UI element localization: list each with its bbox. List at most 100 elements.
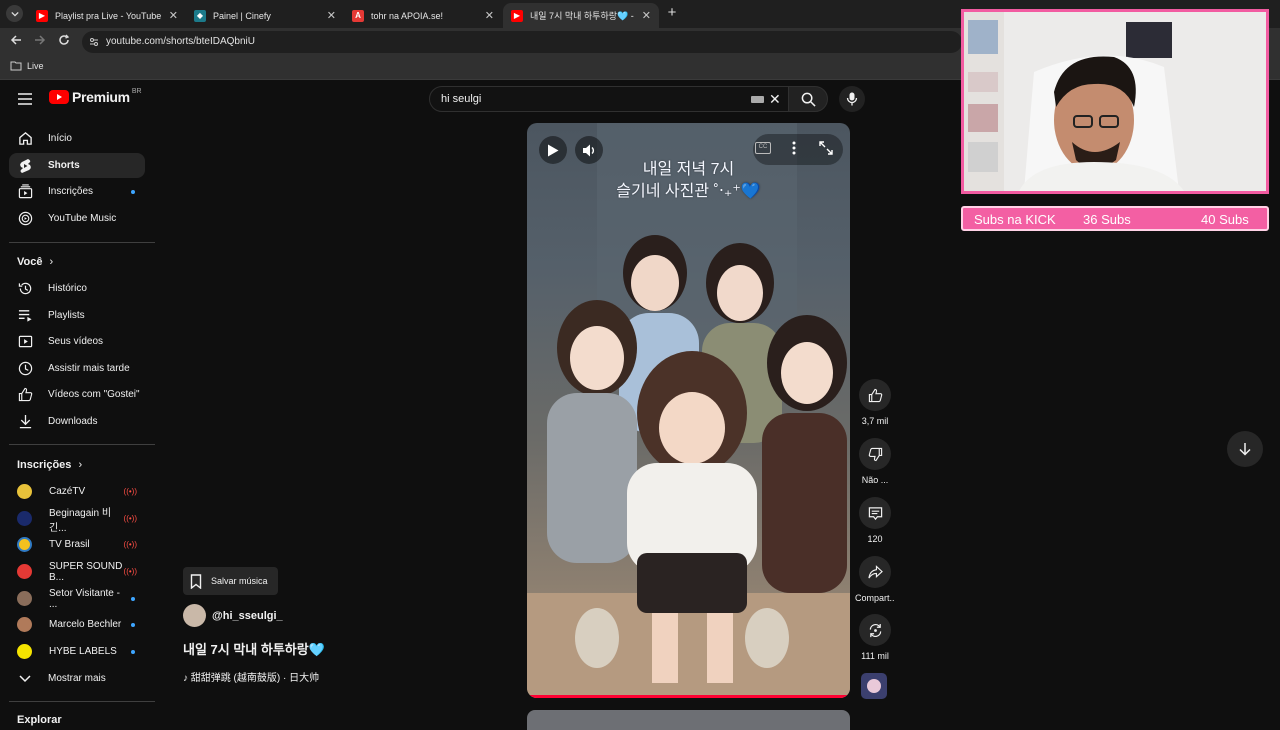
- webcam-feed-image: [964, 12, 1266, 191]
- channel-avatar: [17, 537, 32, 552]
- subscription-channel[interactable]: TV Brasil ((•)): [9, 532, 145, 557]
- play-button[interactable]: [539, 136, 567, 164]
- fullscreen-button[interactable]: [819, 141, 833, 155]
- subscription-channel[interactable]: Marcelo Bechler: [9, 612, 145, 637]
- volume-button[interactable]: [575, 136, 603, 164]
- back-arrow-icon: [10, 35, 21, 45]
- live-icon: ((•)): [123, 567, 137, 576]
- webcam-overlay: [961, 9, 1269, 194]
- chevron-right-icon: ›: [49, 256, 54, 268]
- sidebar-item-watch-later[interactable]: Assistir mais tarde: [9, 356, 145, 381]
- arrow-down-icon: [1239, 443, 1251, 456]
- next-short-preview[interactable]: [527, 710, 850, 730]
- address-bar[interactable]: youtube.com/shorts/bteIDAQbniU: [82, 31, 962, 53]
- site-info-icon[interactable]: [89, 37, 99, 47]
- captions-button[interactable]: CC: [755, 142, 771, 154]
- voice-search-button[interactable]: [839, 86, 865, 112]
- channel-info[interactable]: @hi_sseulgi_: [183, 604, 283, 627]
- like-button[interactable]: 3,7 mil: [855, 379, 895, 426]
- subs-goal-label: Subs na KICK: [974, 212, 1056, 227]
- share-icon: [859, 556, 891, 588]
- back-button[interactable]: [8, 34, 24, 50]
- sidebar-item-home[interactable]: Início: [9, 126, 145, 151]
- next-video-button[interactable]: [1227, 431, 1263, 467]
- new-content-dot: [131, 596, 135, 601]
- live-icon: ((•)): [123, 540, 137, 549]
- section-title: Inscrições: [17, 459, 72, 471]
- like-icon: [859, 379, 891, 411]
- channel-handle: @hi_sseulgi_: [212, 609, 283, 622]
- clear-search-icon[interactable]: ✕: [769, 87, 781, 111]
- forward-arrow-icon: [35, 35, 46, 45]
- reload-button[interactable]: [56, 34, 72, 50]
- close-tab-icon[interactable]: ✕: [321, 9, 336, 22]
- comments-button[interactable]: 120: [855, 497, 895, 544]
- new-tab-button[interactable]: +: [664, 5, 680, 21]
- section-explore: Explorar: [17, 714, 62, 726]
- sidebar: Início Shorts Inscrições YouTube Music V…: [0, 81, 156, 726]
- remix-icon: [859, 614, 891, 646]
- close-tab-icon[interactable]: ✕: [479, 9, 494, 22]
- sidebar-item-shorts[interactable]: Shorts: [9, 153, 145, 178]
- home-icon: [17, 131, 33, 147]
- subscription-channel[interactable]: Beginagain 비긴... ((•)): [9, 506, 145, 534]
- apoia-icon: A: [352, 9, 364, 22]
- youtube-icon: ▶: [36, 9, 48, 22]
- browser-tab[interactable]: ◆ Painel | Cinefy ✕: [186, 3, 344, 28]
- dislike-button[interactable]: Não ...: [855, 438, 895, 485]
- close-tab-icon[interactable]: ✕: [636, 9, 651, 22]
- share-button[interactable]: Compart...: [855, 556, 895, 603]
- channel-avatar: [183, 604, 206, 627]
- expand-icon: [819, 141, 833, 155]
- section-subscriptions[interactable]: Inscrições ›: [17, 459, 82, 471]
- search-value: hi seulgi: [441, 93, 482, 105]
- search-input[interactable]: hi seulgi ✕: [429, 86, 789, 112]
- browser-tab[interactable]: ▶ Playlist pra Live - YouTube ✕: [28, 3, 186, 28]
- search-button[interactable]: [788, 86, 828, 112]
- channel-name: HYBE LABELS: [49, 646, 117, 657]
- remix-button[interactable]: 111 mil: [855, 614, 895, 661]
- close-tab-icon[interactable]: ✕: [163, 9, 178, 22]
- new-content-dot: [131, 189, 135, 194]
- music-credit[interactable]: ♪ 甜甜弹跳 (越南鼓版) · 日大帅: [183, 669, 319, 684]
- browser-tab-active[interactable]: ▶ 내일 7시 막내 하투하랑🩵 - You ✕: [503, 3, 659, 28]
- bookmark-folder[interactable]: Live: [10, 61, 44, 71]
- browser-tab[interactable]: A tohr na APOIA.se! ✕: [344, 3, 502, 28]
- sidebar-item-liked-videos[interactable]: Vídeos com "Gostei": [9, 382, 145, 407]
- sidebar-divider: [9, 444, 155, 445]
- progress-bar[interactable]: [527, 695, 850, 698]
- dislike-label: Não ...: [861, 475, 889, 485]
- shorts-icon: [17, 158, 33, 174]
- tab-title: tohr na APOIA.se!: [371, 10, 444, 21]
- section-you[interactable]: Você ›: [17, 256, 53, 268]
- sidebar-item-youtube-music[interactable]: YouTube Music: [9, 206, 145, 231]
- sidebar-item-downloads[interactable]: Downloads: [9, 409, 145, 434]
- subscription-channel[interactable]: Setor Visitante - ...: [9, 586, 145, 611]
- sidebar-item-history[interactable]: Histórico: [9, 276, 145, 301]
- sidebar-item-subscriptions[interactable]: Inscrições: [9, 179, 145, 204]
- subscription-channel[interactable]: SUPER SOUND B... ((•)): [9, 559, 145, 584]
- show-more-button[interactable]: Mostrar mais: [9, 666, 145, 691]
- save-music-button[interactable]: Salvar música: [183, 567, 278, 595]
- subscription-channel[interactable]: HYBE LABELS: [9, 639, 145, 664]
- sidebar-item-playlists[interactable]: Playlists: [9, 303, 145, 328]
- youtube-icon: ▶: [511, 9, 523, 22]
- video-frame-image: [527, 123, 850, 698]
- sound-thumbnail[interactable]: [861, 673, 887, 699]
- subs-goal-bar: Subs na KICK 36 Subs 40 Subs: [961, 206, 1269, 231]
- forward-button[interactable]: [32, 34, 48, 50]
- shorts-video-player[interactable]: 내일 저녁 7시 슬기네 사진관 ˚‧₊⁺💙 CC: [527, 123, 850, 698]
- channel-avatar: [17, 484, 32, 499]
- subscription-channel[interactable]: CazéTV ((•)): [9, 479, 145, 504]
- channel-avatar: [17, 591, 32, 606]
- keyboard-icon[interactable]: [751, 96, 764, 103]
- sidebar-item-your-videos[interactable]: Seus vídeos: [9, 329, 145, 354]
- live-icon: ((•)): [123, 487, 137, 496]
- tab-search-button[interactable]: [6, 5, 23, 22]
- channel-name: Marcelo Bechler: [49, 619, 122, 630]
- new-content-dot: [131, 622, 135, 627]
- more-options-button[interactable]: [790, 140, 798, 156]
- tab-title: Playlist pra Live - YouTube: [55, 10, 162, 21]
- dislike-icon: [859, 438, 891, 470]
- sidebar-item-label: Shorts: [48, 160, 80, 171]
